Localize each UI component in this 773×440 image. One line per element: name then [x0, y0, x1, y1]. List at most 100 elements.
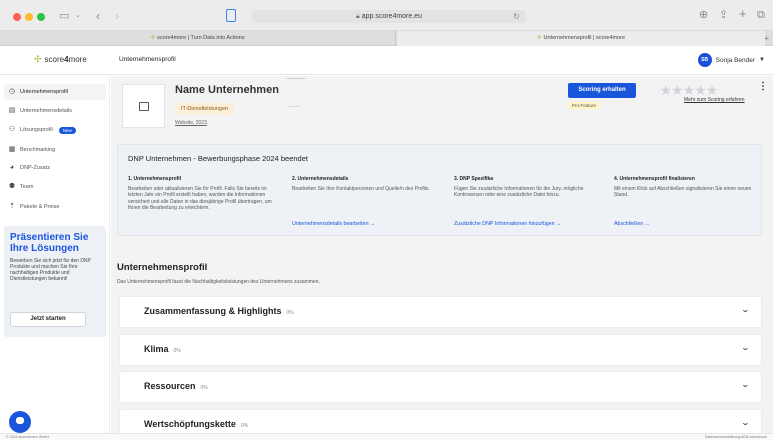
dnp-step: 3. DNP Spezifika Fügen Sie zusätzliche I…	[454, 176, 604, 227]
add-dnp-info-link[interactable]: Zusätzliche DNP Informationen hinzufügen…	[454, 221, 561, 227]
back-icon[interactable]: ‹	[96, 10, 100, 22]
favicon-icon: ✣	[150, 35, 156, 41]
dnp-step: 4. Unternehmensprofil finalisieren Mit e…	[614, 176, 764, 227]
edit-details-link[interactable]: Unternehmensdetails bearbeiten →	[292, 221, 375, 227]
accordion-title: Wertschöpfungskette	[144, 419, 236, 429]
pro-feature-badge: Pro-Feature	[569, 102, 600, 109]
user-menu[interactable]: SB Sonja Bender ▼	[697, 53, 765, 67]
sidebar-item-label: Team	[20, 184, 34, 190]
tab-label: Unternehmensprofil | score4more	[543, 35, 626, 41]
footer: © 2024 score4more GmbH Datenschutzerklär…	[0, 433, 773, 440]
accordion-klima[interactable]: Klima 0% ⌄	[120, 335, 761, 365]
reload-icon[interactable]: ↻	[513, 10, 520, 23]
accordion-ressourcen[interactable]: Ressourcen 0% ⌄	[120, 372, 761, 402]
sidebar-item-loesungsprofil[interactable]: ⚇ Lösungsprofil New	[4, 122, 106, 138]
browser-toolbar: ▭ ⌄ ‹ › 🔒︎ app.score4more.eu ↻ ⊕ ⇪ + ⧉	[0, 0, 773, 31]
new-badge: New	[58, 126, 76, 134]
browser-tab-active[interactable]: ✣ Unternehmensprofil | score4more	[397, 31, 765, 46]
sidebar-item-unternehmensprofil[interactable]: ◷ Unternehmensprofil	[4, 84, 106, 100]
progress-percent: 0%	[286, 310, 294, 316]
sidebar-item-benchmarking[interactable]: ▦ Benchmarking	[4, 142, 106, 158]
sidebar-item-dnp-zusatz[interactable]: ◕ DNP-Zusatz	[4, 160, 106, 176]
add-tab-icon[interactable]: +	[764, 31, 769, 46]
chevron-down-icon: ⌄	[740, 305, 751, 314]
start-now-button[interactable]: Jetzt starten	[10, 312, 86, 327]
promo-text: Bewerben Sie sich jetzt für den DNP Prod…	[10, 258, 91, 282]
chevron-down-icon: ⌄	[740, 343, 751, 352]
sidebar-item-pakete[interactable]: ⇡ Pakete & Preise	[4, 199, 106, 215]
url-text: app.score4more.eu	[361, 13, 423, 20]
rating-divider: ⁄	[658, 87, 659, 97]
scoring-button[interactable]: Scoring erhalten	[568, 83, 636, 98]
star-icon: ★	[694, 82, 707, 98]
company-name: Name Unternehmen	[175, 84, 279, 96]
share-icon[interactable]: ⇪	[719, 10, 728, 21]
chevron-down-icon: ⌄	[740, 418, 751, 427]
step-body: Fügen Sie zusätzliche Informationen für …	[454, 186, 584, 199]
section-title: Unternehmensprofil	[117, 262, 208, 273]
more-options-icon[interactable]: ⋮	[758, 81, 768, 92]
clock-icon: ◷	[8, 88, 16, 95]
pie-icon: ◕	[9, 164, 15, 171]
address-bar[interactable]: 🔒︎ app.score4more.eu ↻	[252, 10, 526, 23]
accordion-title: Zusammenfassung & Highlights	[144, 306, 282, 316]
section-subtitle: Das Unternehmensprofil fasst die Nachhal…	[117, 279, 320, 285]
copyright: © 2024 score4more GmbH	[6, 435, 49, 439]
grid-icon: ▦	[8, 146, 16, 153]
step-heading: 3. DNP Spezifika	[454, 176, 494, 182]
upload-icon: ⇡	[9, 203, 15, 210]
promo-card: Präsentieren Sie Ihre Lösungen Bewerben …	[4, 226, 106, 337]
sidebar-item-team[interactable]: ⚉ Team	[4, 179, 106, 195]
accordion-zusammenfassung[interactable]: Zusammenfassung & Highlights 0% ⌄	[120, 297, 761, 327]
tab-overview-icon[interactable]: ⧉	[757, 10, 765, 21]
website-link[interactable]: Website, 2023	[175, 120, 207, 126]
scoring-info-link[interactable]: Mehr zum Scoring erfahren	[684, 97, 745, 103]
minimize-window-button[interactable]	[25, 13, 33, 21]
team-icon: ⚉	[8, 183, 16, 190]
progress-percent: 0%	[200, 385, 208, 391]
chevron-down-icon[interactable]: ⌄	[75, 11, 81, 21]
forward-icon[interactable]: ›	[115, 10, 119, 22]
sidebar: ◷ Unternehmensprofil ▤ Unternehmensdetails…	[0, 76, 110, 440]
maximize-window-button[interactable]	[37, 13, 45, 21]
divider	[289, 106, 299, 107]
main-content: Name Unternehmen IT-Dienstleistungen Web…	[111, 76, 773, 440]
step-heading: 4. Unternehmensprofil finalisieren	[614, 176, 695, 182]
step-body: Bearbeiten oder aktualisieren Sie Ihr Pr…	[128, 186, 272, 211]
promo-title: Präsentieren Sie Ihre Lösungen	[10, 232, 89, 254]
download-icon[interactable]: ⊕	[699, 10, 708, 21]
industry-tag: IT-Dienstleistungen	[175, 103, 235, 115]
star-icon: ★	[705, 82, 719, 98]
progress-percent: 0%	[240, 423, 249, 429]
step-heading: 2. Unternehmensdetails	[292, 176, 349, 182]
finalize-link[interactable]: Abschließen →	[614, 221, 650, 227]
avatar: SB	[697, 53, 712, 67]
new-tab-icon[interactable]: +	[739, 7, 747, 20]
dnp-step: 2. Unternehmensdetails Bearbeiten Sie Ih…	[292, 176, 442, 227]
app-logo[interactable]: ✣ score4more	[34, 54, 87, 65]
progress-percent: 0%	[173, 348, 181, 354]
browser-tab[interactable]: ✣ score4more | Turn Data into Actions	[0, 31, 396, 46]
sidebar-item-label: Unternehmensdetails	[20, 108, 72, 114]
chevron-down-icon: ⌄	[740, 380, 751, 389]
tab-label: score4more | Turn Data into Actions	[157, 35, 245, 41]
tab-bar: ✣ score4more | Turn Data into Actions ✣ Un…	[0, 31, 773, 46]
footer-links[interactable]: Datenschutzerklärung AGB Impressum	[705, 435, 767, 439]
sidebar-item-label: Lösungsprofil	[20, 127, 53, 133]
company-logo-upload[interactable]	[122, 84, 165, 128]
favicon-icon: ✣	[536, 35, 542, 41]
chat-launcher-icon[interactable]	[9, 411, 31, 433]
sidebar-toggle-icon[interactable]: ▭	[59, 11, 69, 22]
lock-icon: 🔒︎	[355, 13, 360, 20]
star-icon: ★	[682, 82, 696, 98]
user-name: Sonja Bender	[715, 56, 756, 64]
breadcrumb: Unternehmensprofil	[119, 56, 176, 63]
people-icon: ⚇	[8, 126, 16, 133]
close-window-button[interactable]	[13, 13, 21, 21]
step-body: Bearbeiten Sie Ihre Kontaktpersonen und …	[292, 186, 430, 192]
accordion-title: Ressourcen	[144, 381, 196, 391]
company-header: Name Unternehmen IT-Dienstleistungen Web…	[118, 76, 768, 137]
sidebar-item-unternehmensdetails[interactable]: ▤ Unternehmensdetails	[4, 103, 106, 119]
dnp-step: 1. Unternehmensprofil Bearbeiten oder ak…	[128, 176, 278, 211]
app-header: ✣ score4more Unternehmensprofil SB Sonja …	[0, 46, 773, 75]
